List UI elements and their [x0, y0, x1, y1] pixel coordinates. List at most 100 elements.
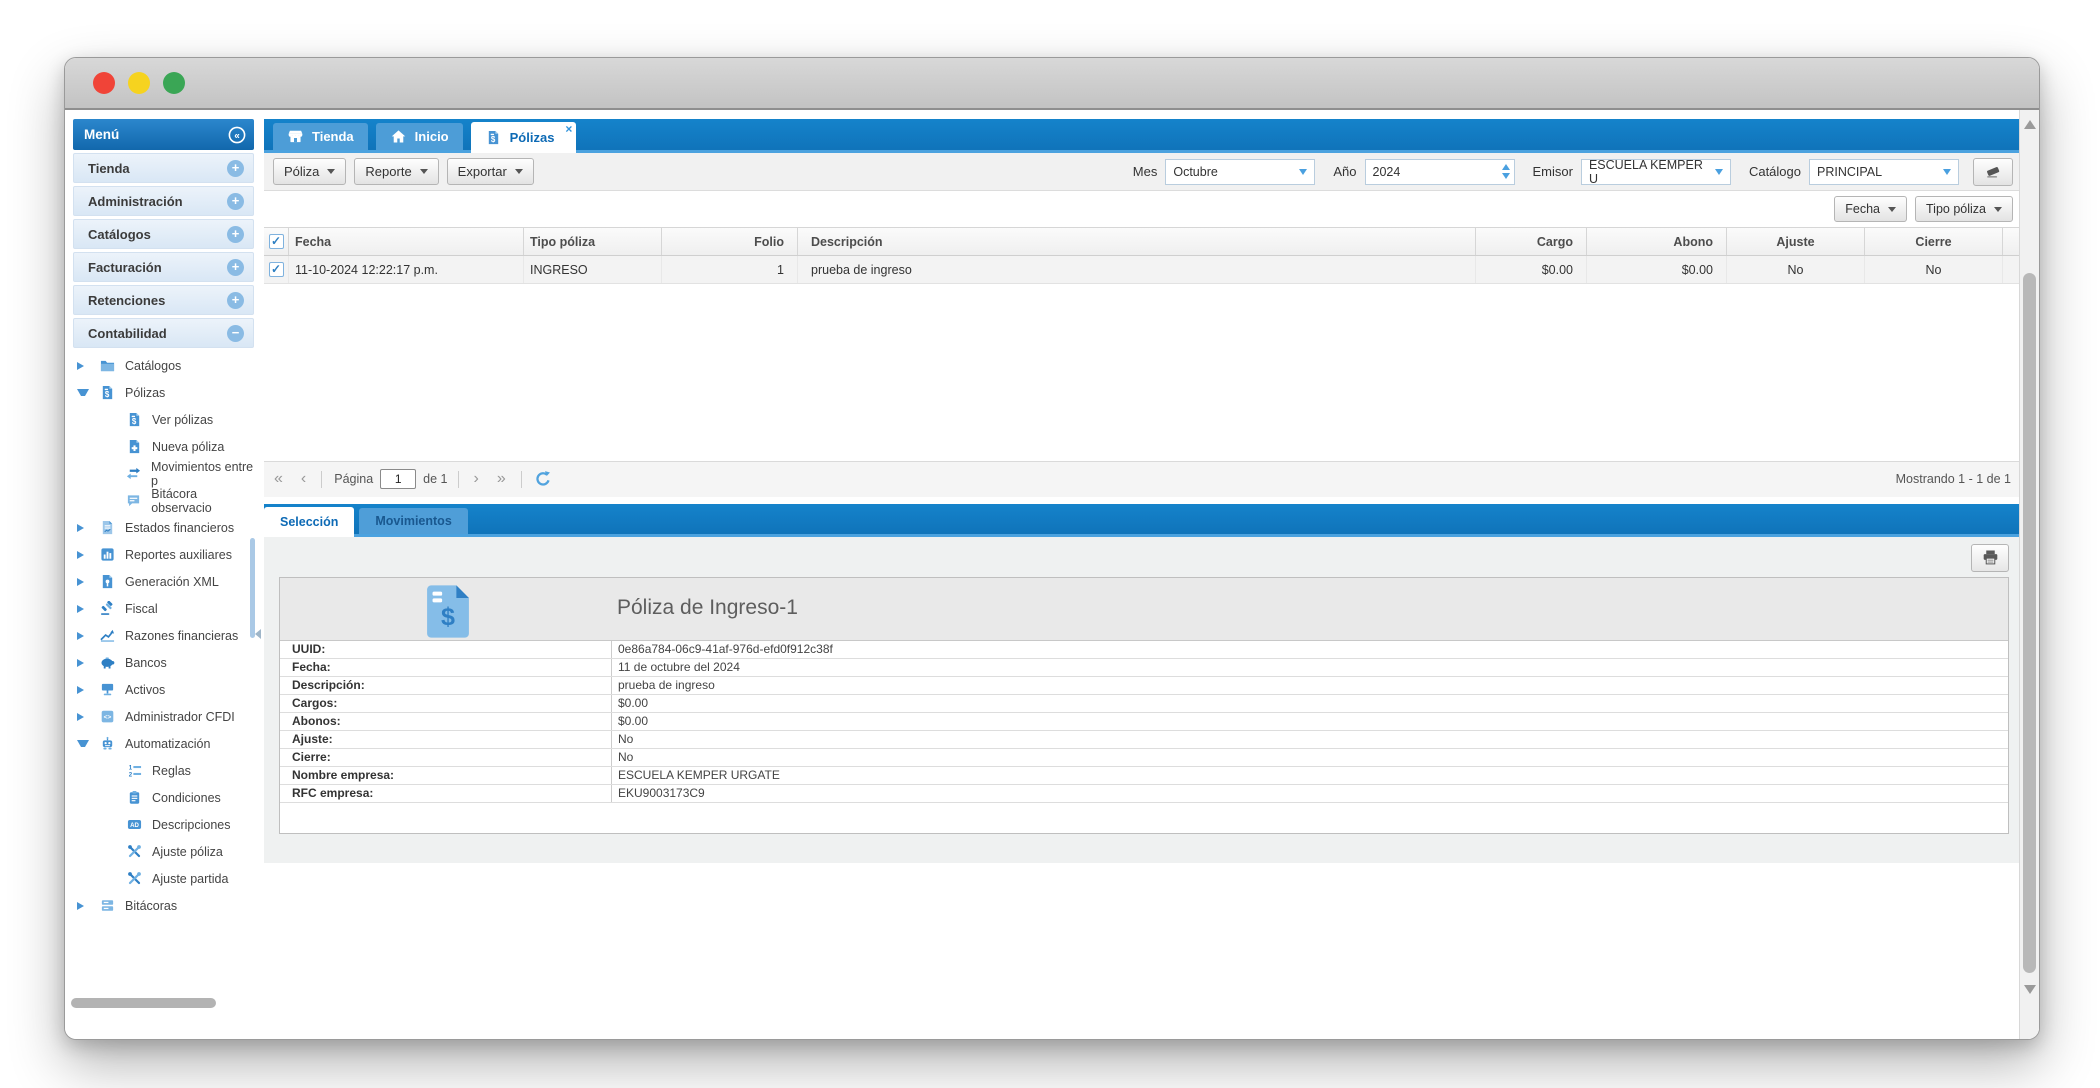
sidebar-section-facturacion[interactable]: Facturación +: [73, 252, 254, 282]
tree-item-reportes-auxiliares[interactable]: Reportes auxiliares: [73, 541, 254, 568]
tree-item-activos[interactable]: Activos: [73, 676, 254, 703]
tab-polizas[interactable]: $ Pólizas ×: [471, 122, 577, 153]
spacer: [264, 497, 2021, 504]
sidebar-section-catalogos[interactable]: Catálogos +: [73, 219, 254, 249]
tab-tienda[interactable]: Tienda: [273, 123, 368, 150]
tree-arrow-icon[interactable]: [77, 524, 89, 532]
svg-text:$: $: [491, 135, 496, 144]
exportar-menu-button[interactable]: Exportar: [447, 158, 534, 185]
tree-item-nueva-poliza[interactable]: Nueva póliza: [73, 433, 254, 460]
tree-item-bitacoras[interactable]: Bitácoras: [73, 892, 254, 919]
poliza-menu-button[interactable]: Póliza: [273, 158, 346, 185]
page-number-input[interactable]: [380, 469, 416, 489]
next-page-button[interactable]: ›: [474, 471, 479, 487]
minimize-window-button[interactable]: [128, 72, 150, 94]
scroll-up-icon[interactable]: [2024, 120, 2036, 129]
tree-item-reglas[interactable]: 12 Reglas: [73, 757, 254, 784]
select-all-checkbox[interactable]: ✓: [264, 228, 289, 255]
tree-item-automatizacion[interactable]: Automatización: [73, 730, 254, 757]
mes-combobox[interactable]: Octubre: [1165, 159, 1315, 185]
sidebar-header[interactable]: Menú «: [73, 119, 254, 150]
column-header-cierre[interactable]: Cierre: [1865, 228, 2003, 255]
first-page-button[interactable]: «: [274, 471, 283, 487]
tree-item-movimientos-entre-p[interactable]: Movimientos entre p: [73, 460, 254, 487]
tree-arrow-icon[interactable]: [77, 632, 89, 640]
table-row[interactable]: ✓11-10-2024 12:22:17 p.m.INGRESO1prueba …: [264, 256, 2021, 284]
tree-item-generacion-xml[interactable]: Generación XML: [73, 568, 254, 595]
column-header-folio[interactable]: Folio: [662, 228, 798, 255]
column-header-ajuste[interactable]: Ajuste: [1727, 228, 1865, 255]
expand-toggle-icon[interactable]: +: [227, 259, 244, 276]
vertical-scrollbar[interactable]: [2019, 110, 2039, 1039]
tree-item-bitacora-observacio[interactable]: Bitácora observacio: [73, 487, 254, 514]
scroll-down-icon[interactable]: [2024, 985, 2036, 994]
refresh-icon[interactable]: [534, 470, 552, 488]
tree-arrow-icon[interactable]: [77, 605, 89, 613]
expand-toggle-icon[interactable]: +: [227, 160, 244, 177]
previous-page-button[interactable]: ‹: [301, 471, 306, 487]
expand-toggle-icon[interactable]: +: [227, 193, 244, 210]
close-window-button[interactable]: [93, 72, 115, 94]
emisor-combobox[interactable]: ESCUELA KEMPER U: [1581, 159, 1731, 185]
sort-by-fecha-button[interactable]: Fecha: [1834, 196, 1907, 222]
tree-item-administrador-cfdi[interactable]: <> Administrador CFDI: [73, 703, 254, 730]
column-header-abono[interactable]: Abono: [1587, 228, 1727, 255]
tree-item-bancos[interactable]: Bancos: [73, 649, 254, 676]
tree-arrow-icon[interactable]: [77, 578, 89, 586]
clear-filters-button[interactable]: [1973, 158, 2013, 186]
cell-ajuste: No: [1727, 256, 1865, 283]
sidebar-section-tienda[interactable]: Tienda +: [73, 153, 254, 183]
tree-arrow-icon[interactable]: [77, 389, 89, 396]
reporte-menu-button[interactable]: Reporte: [354, 158, 438, 185]
print-button[interactable]: [1971, 544, 2009, 572]
vertical-scrollbar-thumb[interactable]: [2023, 273, 2036, 973]
ano-spinner[interactable]: 2024: [1365, 159, 1515, 185]
spinner-arrows-icon[interactable]: [1502, 164, 1510, 179]
maximize-window-button[interactable]: [163, 72, 185, 94]
splitter-collapse-arrow[interactable]: [255, 629, 261, 639]
tree-arrow-icon[interactable]: [77, 740, 89, 747]
tree-arrow-icon[interactable]: [77, 902, 89, 910]
tree-item-polizas[interactable]: $ Pólizas: [73, 379, 254, 406]
tab-inicio[interactable]: Inicio: [376, 123, 463, 150]
column-header-descripcion[interactable]: Descripción: [798, 228, 1476, 255]
sort-by-tipo-poliza-button[interactable]: Tipo póliza: [1915, 196, 2013, 222]
tree-item-fiscal[interactable]: Fiscal: [73, 595, 254, 622]
sidebar-section-contabilidad[interactable]: Contabilidad −: [73, 318, 254, 348]
column-header-tipo-poliza[interactable]: Tipo póliza: [524, 228, 662, 255]
last-page-button[interactable]: »: [497, 471, 506, 487]
tree-arrow-icon[interactable]: [77, 362, 89, 370]
expand-toggle-icon[interactable]: +: [227, 292, 244, 309]
detail-tab-movimientos[interactable]: Movimientos: [359, 508, 467, 534]
expand-toggle-icon[interactable]: −: [227, 325, 244, 342]
detail-tab-seleccion[interactable]: Selección: [264, 507, 354, 537]
sidebar-scrollbar-thumb[interactable]: [250, 538, 255, 638]
tree-arrow-icon[interactable]: [77, 659, 89, 667]
tree-item-condiciones[interactable]: Condiciones: [73, 784, 254, 811]
tree-arrow-icon[interactable]: [77, 713, 89, 721]
row-checkbox[interactable]: ✓: [264, 256, 289, 283]
sidebar-horizontal-scrollbar-thumb[interactable]: [71, 998, 216, 1008]
sidebar-section-administracion[interactable]: Administración +: [73, 186, 254, 216]
sidebar-section-retenciones[interactable]: Retenciones +: [73, 285, 254, 315]
column-header-fecha[interactable]: Fecha: [289, 228, 524, 255]
field-label: UUID:: [280, 641, 612, 658]
tree-item-ver-polizas[interactable]: $ Ver pólizas: [73, 406, 254, 433]
tree-item-ajuste-poliza[interactable]: Ajuste póliza: [73, 838, 254, 865]
tree-item-catalogos[interactable]: Catálogos: [73, 352, 254, 379]
close-tab-icon[interactable]: ×: [565, 123, 572, 135]
tree-item-descripciones[interactable]: AD Descripciones: [73, 811, 254, 838]
tree-item-label: Automatización: [125, 737, 210, 751]
tree-arrow-icon[interactable]: [77, 686, 89, 694]
detail-field-uuid: UUID: 0e86a784-06c9-41af-976d-efd0f912c3…: [280, 641, 2008, 659]
policy-detail-panel: $ Póliza de Ingreso-1 UUID: 0e86a784-06c…: [279, 577, 2009, 834]
collapse-sidebar-icon[interactable]: «: [228, 126, 246, 144]
tree-arrow-icon[interactable]: [77, 551, 89, 559]
tree-item-estados-financieros[interactable]: Estados financieros: [73, 514, 254, 541]
window-titlebar[interactable]: [65, 58, 2039, 110]
tree-item-razones-financieras[interactable]: Razones financieras: [73, 622, 254, 649]
tree-item-ajuste-partida[interactable]: Ajuste partida: [73, 865, 254, 892]
column-header-cargo[interactable]: Cargo: [1476, 228, 1587, 255]
expand-toggle-icon[interactable]: +: [227, 226, 244, 243]
catalogo-combobox[interactable]: PRINCIPAL: [1809, 159, 1959, 185]
